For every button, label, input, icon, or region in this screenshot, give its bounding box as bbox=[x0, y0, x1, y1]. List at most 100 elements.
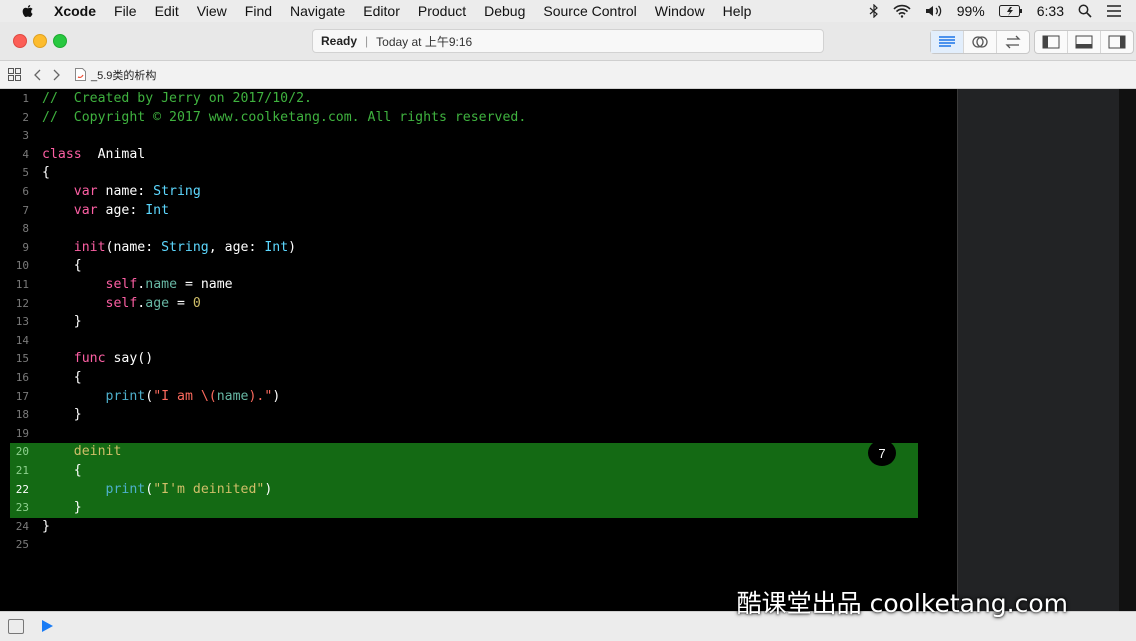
bluetooth-icon[interactable] bbox=[869, 4, 879, 18]
wifi-icon[interactable] bbox=[893, 4, 911, 18]
toggle-utilities-button[interactable] bbox=[1101, 31, 1133, 53]
volume-icon[interactable] bbox=[925, 4, 943, 18]
menu-window[interactable]: Window bbox=[655, 3, 705, 19]
debug-panel-icon bbox=[1075, 35, 1093, 49]
code-token: 0 bbox=[192, 295, 201, 311]
menu-file[interactable]: File bbox=[114, 3, 137, 19]
line-number: 12 bbox=[15, 296, 29, 310]
code-line[interactable]: 7 var age: Int bbox=[0, 202, 957, 221]
play-icon[interactable] bbox=[42, 620, 53, 632]
code-line[interactable]: 16 { bbox=[0, 369, 957, 388]
related-items-icon[interactable] bbox=[8, 68, 21, 81]
code-token: ) bbox=[272, 388, 281, 404]
menu-navigate[interactable]: Navigate bbox=[290, 3, 345, 19]
code-line[interactable]: 15 func say() bbox=[0, 350, 957, 369]
spotlight-search-icon[interactable] bbox=[1078, 4, 1092, 18]
code-line[interactable]: 23 } bbox=[0, 499, 957, 518]
code-line[interactable]: 10 { bbox=[0, 257, 957, 276]
code-line[interactable]: 19 bbox=[0, 425, 957, 444]
code-line[interactable]: 14 bbox=[0, 332, 957, 351]
menu-edit[interactable]: Edit bbox=[155, 3, 179, 19]
activity-separator: | bbox=[365, 34, 369, 48]
zoom-window-button[interactable] bbox=[53, 34, 67, 48]
code-line[interactable]: 11 self.name = name bbox=[0, 276, 957, 295]
version-editor-button[interactable] bbox=[997, 31, 1029, 53]
menu-debug[interactable]: Debug bbox=[484, 3, 525, 19]
step-badge: 7 bbox=[868, 440, 896, 466]
clock[interactable]: 6:33 bbox=[1037, 3, 1064, 19]
apple-icon[interactable] bbox=[20, 3, 36, 19]
menu-editor[interactable]: Editor bbox=[363, 3, 400, 19]
code-line[interactable]: 9 init(name: String, age: Int) bbox=[0, 239, 957, 258]
line-number: 15 bbox=[15, 352, 29, 366]
line-number: 16 bbox=[15, 371, 29, 384]
standard-editor-icon bbox=[939, 36, 955, 47]
code-token: name bbox=[145, 277, 178, 292]
notification-center-icon[interactable] bbox=[1106, 5, 1122, 17]
battery-icon[interactable] bbox=[998, 5, 1023, 17]
minimize-window-button[interactable] bbox=[33, 34, 47, 48]
code-line[interactable]: 1 // Created by Jerry on 2017/10/2. bbox=[0, 90, 957, 109]
code-token: } bbox=[42, 407, 82, 423]
code-text: { bbox=[42, 257, 82, 276]
menu-view[interactable]: View bbox=[197, 3, 227, 19]
editor-scrollbar[interactable] bbox=[1119, 89, 1136, 611]
code-line[interactable]: 6 var name: String bbox=[0, 183, 957, 202]
menu-help[interactable]: Help bbox=[723, 3, 752, 19]
menu-app-xcode[interactable]: Xcode bbox=[54, 3, 96, 19]
code-line[interactable]: 12 self.age = 0 bbox=[0, 295, 957, 314]
code-text: // Created by Jerry on 2017/10/2. bbox=[42, 90, 312, 109]
code-line[interactable]: 3 bbox=[0, 127, 957, 146]
battery-percent: 99% bbox=[956, 3, 985, 19]
code-line[interactable]: 24} bbox=[0, 518, 957, 537]
code-line[interactable]: 17 print("I am \(name).") bbox=[0, 388, 957, 407]
code-token: ) bbox=[264, 481, 273, 497]
code-line[interactable]: 21 { bbox=[0, 462, 957, 481]
jump-bar-file-name: _5.9类的析构 bbox=[91, 69, 157, 82]
code-line[interactable]: 22 print("I'm deinited") bbox=[0, 481, 957, 500]
jump-bar-file-item[interactable]: _5.9类的析构 bbox=[75, 67, 156, 83]
menu-source-control[interactable]: Source Control bbox=[543, 3, 636, 19]
menu-product[interactable]: Product bbox=[418, 3, 466, 19]
line-number: 22 bbox=[15, 482, 29, 496]
code-line[interactable]: 8 bbox=[0, 220, 957, 239]
back-chevron-icon[interactable] bbox=[33, 69, 41, 81]
code-line[interactable]: 13 } bbox=[0, 313, 957, 332]
standard-editor-button[interactable] bbox=[931, 31, 964, 53]
menu-find[interactable]: Find bbox=[245, 3, 272, 19]
toggle-debug-area-button[interactable] bbox=[1068, 31, 1101, 53]
code-token: { bbox=[42, 165, 50, 181]
code-text: var age: Int bbox=[42, 202, 169, 221]
utilities-panel-icon bbox=[1108, 35, 1126, 49]
code-line[interactable]: 25 bbox=[0, 536, 957, 555]
line-number: 4 bbox=[22, 147, 29, 161]
code-line[interactable]: 2 // Copyright © 2017 www.coolketang.com.… bbox=[0, 109, 957, 128]
code-line[interactable]: 20 deinit bbox=[0, 443, 957, 462]
line-number: 1 bbox=[22, 92, 29, 105]
source-editor[interactable]: 1 // Created by Jerry on 2017/10/2. 2 // Co… bbox=[0, 89, 957, 611]
toggle-navigator-button[interactable] bbox=[1035, 31, 1068, 53]
line-number: 11 bbox=[15, 278, 29, 291]
assistant-editor-button[interactable] bbox=[964, 31, 997, 53]
code-text: print("I am \(name).") bbox=[42, 388, 281, 407]
code-token: name bbox=[216, 388, 249, 404]
code-token: age: bbox=[97, 202, 146, 218]
code-token: )." bbox=[248, 388, 273, 404]
code-token: age bbox=[145, 295, 170, 311]
forward-chevron-icon[interactable] bbox=[53, 69, 61, 81]
line-number: 6 bbox=[22, 185, 29, 198]
code-token: } bbox=[42, 518, 50, 534]
close-window-button[interactable] bbox=[13, 34, 27, 48]
code-line[interactable]: 18 } bbox=[0, 406, 957, 425]
code-token: String bbox=[153, 184, 201, 199]
line-number: 25 bbox=[15, 538, 29, 552]
code-text: self.name = name bbox=[42, 276, 233, 295]
minimap[interactable] bbox=[957, 89, 1136, 611]
code-line[interactable]: 4 class Animal bbox=[0, 146, 957, 165]
code-token: self bbox=[105, 295, 138, 311]
code-token: (name: bbox=[105, 239, 162, 255]
code-line[interactable]: 5{ bbox=[0, 164, 957, 183]
show-debug-area-icon[interactable] bbox=[8, 619, 24, 634]
